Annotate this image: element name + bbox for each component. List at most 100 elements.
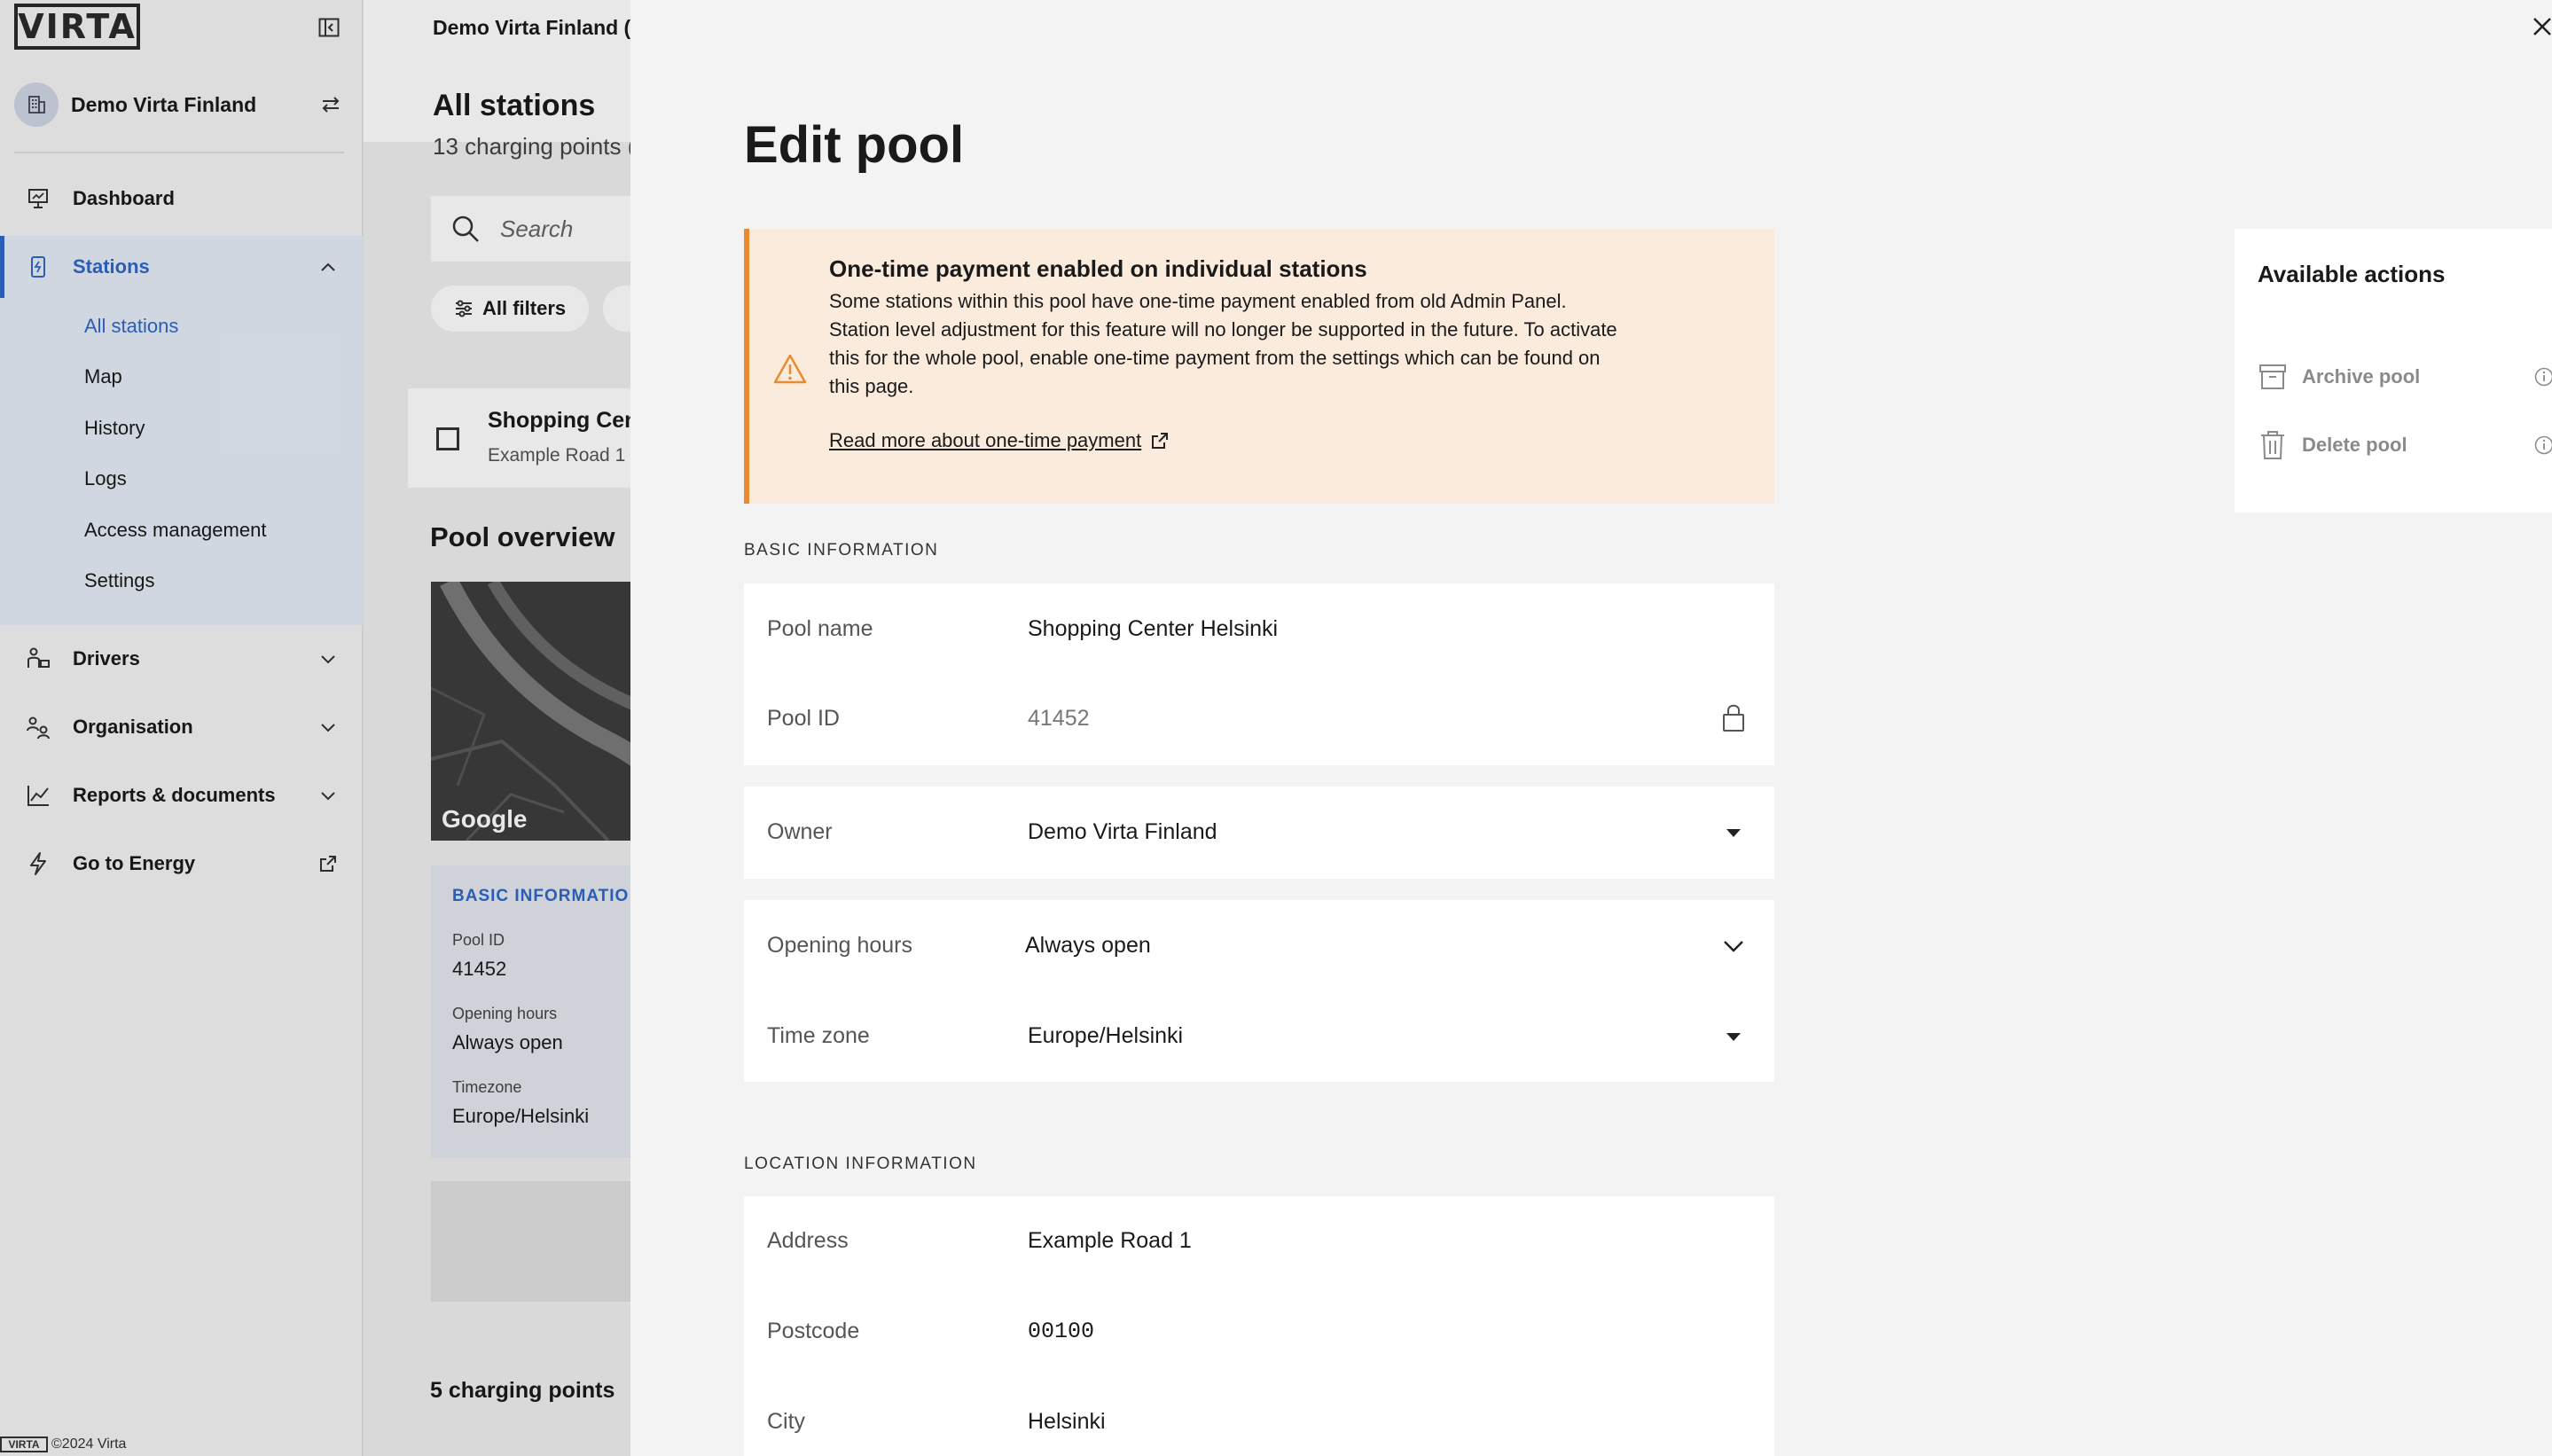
nav-reports[interactable]: Reports & documents <box>0 764 363 826</box>
basic-information-label: BASIC INFORMATION <box>744 541 939 560</box>
nav-go-to-energy[interactable]: Go to Energy <box>0 833 363 895</box>
page-title: All stations <box>433 89 596 122</box>
sidebar-item-access-management[interactable]: Access management <box>84 519 266 542</box>
caret-down-icon[interactable] <box>1719 1022 1748 1051</box>
organisation-icon <box>25 714 51 740</box>
sidebar-item-history[interactable]: History <box>84 417 145 440</box>
basic-information-heading: BASIC INFORMATIO <box>452 887 630 905</box>
delete-pool-button[interactable]: Delete pool <box>2258 427 2552 463</box>
reports-icon <box>25 782 51 809</box>
timezone-value: Europe/Helsinki <box>452 1105 590 1127</box>
nav-stations[interactable]: Stations <box>0 236 363 298</box>
caret-down-icon[interactable] <box>1719 818 1748 847</box>
info-icon[interactable] <box>2532 434 2552 457</box>
sidebar-item-logs[interactable]: Logs <box>84 467 127 490</box>
pool-id-label: Pool ID <box>452 931 505 949</box>
lock-icon <box>1719 703 1748 732</box>
switch-organisation-icon[interactable] <box>317 91 344 118</box>
nav-label: Drivers <box>73 647 140 669</box>
address-input[interactable]: Example Road 1 <box>1028 1228 1192 1254</box>
nav-dashboard[interactable]: Dashboard <box>0 168 363 230</box>
schedule-panel: Opening hours Always open Time zone Euro… <box>744 900 1774 1082</box>
read-more-link-label: Read more about one-time payment <box>829 429 1142 451</box>
page-subtitle: 13 charging points ( <box>433 133 636 160</box>
pool-id-label: Pool ID <box>767 706 840 731</box>
organisation-switcher[interactable]: Demo Virta Finland <box>14 80 344 129</box>
pool-id-value: 41452 <box>452 958 507 980</box>
filters-label: All filters <box>482 297 567 319</box>
chevron-down-icon[interactable] <box>1719 932 1748 960</box>
archive-pool-label: Archive pool <box>2302 365 2421 387</box>
drivers-icon <box>25 646 51 672</box>
close-icon[interactable] <box>2528 12 2552 41</box>
basic-information-panel: Pool name Shopping Center Helsinki Pool … <box>744 583 1774 765</box>
pool-name-label: Pool name <box>767 616 873 641</box>
available-actions-title: Available actions <box>2258 261 2446 287</box>
pool-id-field: 41452 <box>1028 706 1090 731</box>
sidebar-divider <box>14 152 344 153</box>
pool-name-input[interactable]: Shopping Center Helsinki <box>1028 616 1278 642</box>
external-link-icon <box>1150 431 1170 450</box>
info-icon[interactable] <box>2532 365 2552 388</box>
warning-icon <box>772 353 808 385</box>
search-icon <box>452 215 479 242</box>
nav-organisation[interactable]: Organisation <box>0 696 363 758</box>
sidebar: VIRTA Demo Virta Finland Dashboard Stati… <box>0 0 363 1456</box>
postcode-input[interactable]: 00100 <box>1028 1319 1094 1344</box>
owner-select[interactable]: Demo Virta Finland <box>1028 819 1217 845</box>
search-placeholder: Search <box>500 215 574 242</box>
charging-points-heading: 5 charging points <box>430 1378 615 1403</box>
nav-label: Organisation <box>73 716 193 738</box>
pool-overview-heading: Pool overview <box>430 521 615 552</box>
alert-title: One-time payment enabled on individual s… <box>829 255 1367 282</box>
trash-icon <box>2258 430 2288 460</box>
all-filters-button[interactable]: All filters <box>431 286 590 332</box>
sidebar-item-all-stations[interactable]: All stations <box>84 315 178 338</box>
nav-label: Reports & documents <box>73 784 276 806</box>
nav-label: Go to Energy <box>73 852 196 874</box>
virta-mini-logo: VIRTA <box>0 1436 48 1452</box>
available-actions-panel: Available actions Archive pool Delete po… <box>2235 229 2552 513</box>
location-information-panel: Address Example Road 1 Postcode 00100 Ci… <box>744 1196 1774 1456</box>
virta-logo[interactable]: VIRTA <box>14 4 140 50</box>
chevron-down-icon <box>315 714 341 740</box>
nav-drivers[interactable]: Drivers <box>0 628 363 690</box>
archive-icon <box>2258 362 2288 392</box>
owner-panel[interactable]: Owner Demo Virta Finland <box>744 787 1774 879</box>
pool-checkbox[interactable] <box>436 427 459 450</box>
postcode-label: Postcode <box>767 1319 860 1343</box>
pool-card-address: Example Road 1 <box>488 445 626 466</box>
chevron-down-icon <box>315 646 341 672</box>
city-input[interactable]: Helsinki <box>1028 1409 1106 1435</box>
opening-hours-select[interactable]: Always open <box>1025 933 1151 959</box>
time-zone-label: Time zone <box>767 1023 870 1048</box>
address-label: Address <box>767 1228 849 1253</box>
opening-hours-value: Always open <box>452 1031 563 1053</box>
footer: VIRTA ©2024 Virta <box>0 1436 126 1452</box>
edit-pool-drawer: Edit pool One-time payment enabled on in… <box>630 0 2552 1456</box>
opening-hours-label: Opening hours <box>767 933 913 958</box>
building-icon <box>14 82 59 127</box>
delete-pool-label: Delete pool <box>2302 434 2407 456</box>
location-information-label: LOCATION INFORMATION <box>744 1155 977 1173</box>
copyright-text: ©2024 Virta <box>51 1436 127 1452</box>
sidebar-item-map[interactable]: Map <box>84 365 122 388</box>
chevron-up-icon <box>315 254 341 280</box>
opening-hours-label: Opening hours <box>452 1005 558 1022</box>
owner-label: Owner <box>767 819 833 844</box>
drawer-title: Edit pool <box>744 116 965 174</box>
collapse-sidebar-icon[interactable] <box>316 16 342 39</box>
alert-body: Some stations within this pool have one-… <box>829 290 1617 397</box>
sidebar-item-settings[interactable]: Settings <box>84 569 155 592</box>
nav-label: Dashboard <box>73 187 175 209</box>
archive-pool-button[interactable]: Archive pool <box>2258 359 2552 395</box>
station-icon <box>25 254 51 280</box>
chevron-down-icon <box>315 782 341 809</box>
read-more-link[interactable]: Read more about one-time payment <box>829 429 1170 452</box>
lightning-icon <box>25 850 51 877</box>
breadcrumb[interactable]: Demo Virta Finland (I <box>433 16 637 40</box>
time-zone-select[interactable]: Europe/Helsinki <box>1028 1023 1183 1049</box>
one-time-payment-alert: One-time payment enabled on individual s… <box>744 229 1774 504</box>
dashboard-icon <box>25 185 51 212</box>
city-label: City <box>767 1409 806 1434</box>
